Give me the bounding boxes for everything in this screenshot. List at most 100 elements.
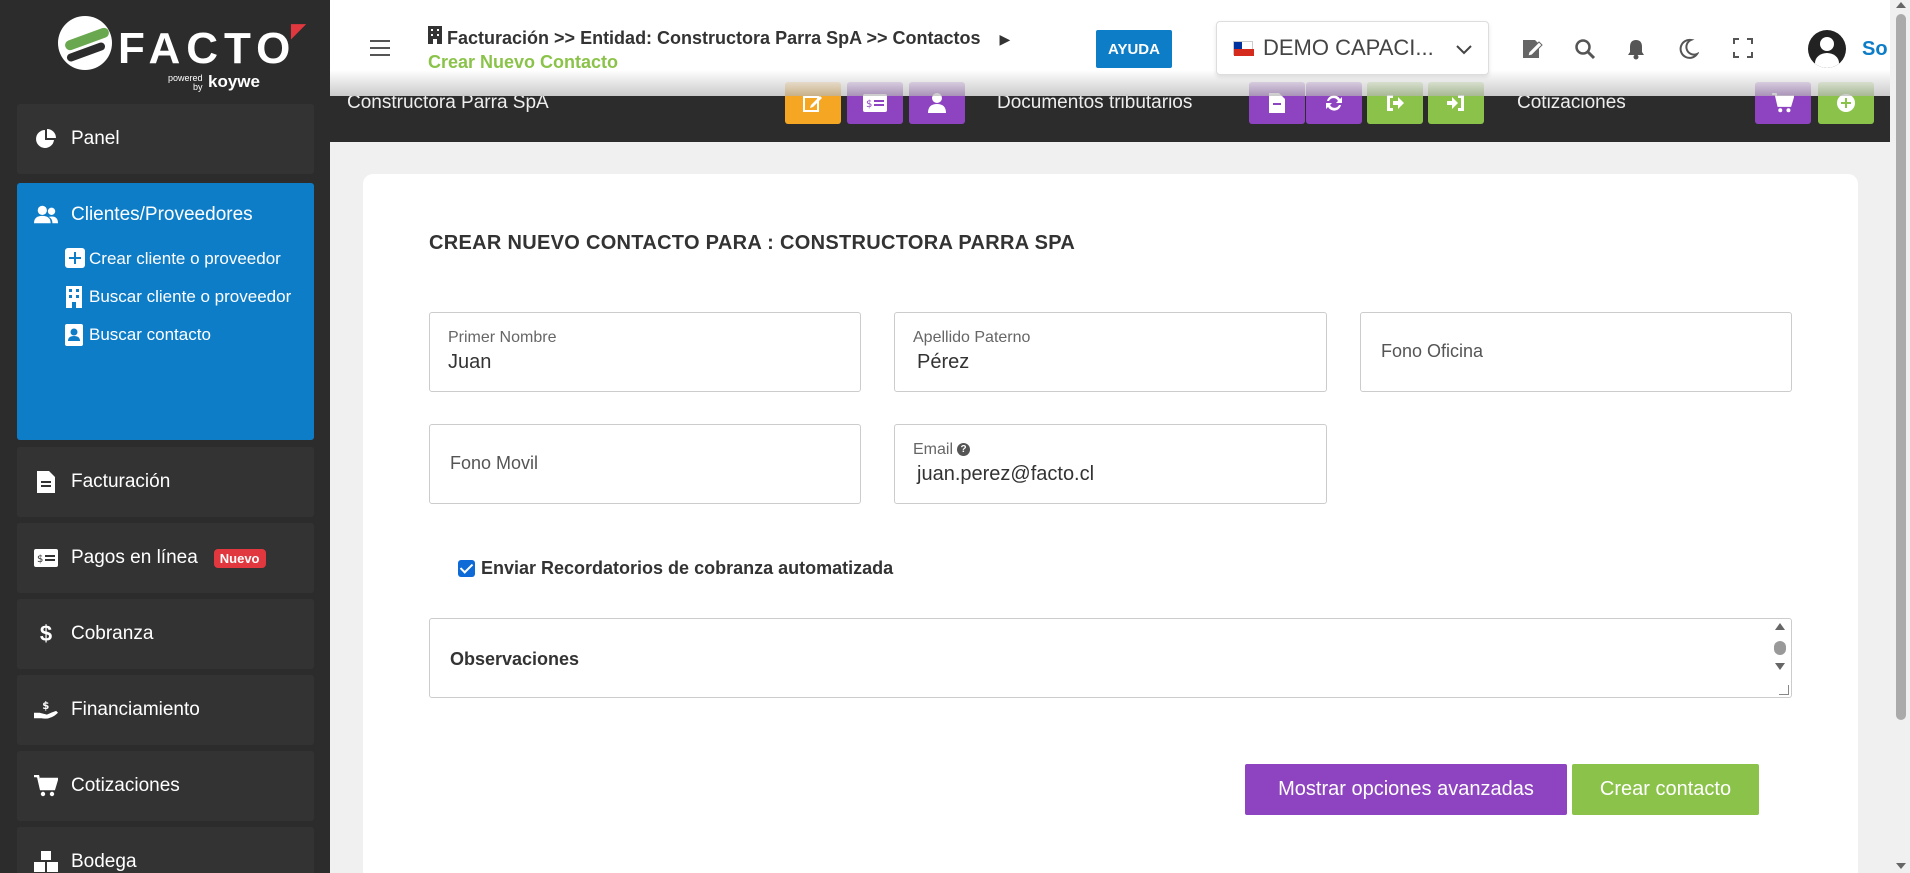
fullscreen-icon[interactable] bbox=[1733, 38, 1755, 60]
user-name[interactable]: So bbox=[1862, 38, 1888, 61]
menu-toggle-icon[interactable] bbox=[370, 40, 390, 56]
reminders-checkbox[interactable] bbox=[458, 560, 475, 577]
sidebar-item-financiamiento[interactable]: $ Financiamiento bbox=[17, 675, 314, 745]
last-name-field[interactable]: Apellido Paterno Pérez bbox=[894, 312, 1327, 392]
sidebar-item-label: Clientes/Proveedores bbox=[71, 204, 253, 225]
office-phone-field[interactable]: Fono Oficina bbox=[1360, 312, 1792, 392]
chile-flag-icon bbox=[1233, 41, 1254, 56]
company-select-value: DEMO CAPACI... bbox=[1263, 35, 1434, 60]
document-icon bbox=[34, 470, 58, 494]
sidebar-item-label: Financiamiento bbox=[71, 699, 200, 720]
sidebar-subitem-buscar-cliente[interactable]: Buscar cliente o proveedor bbox=[17, 285, 297, 309]
facto-logo-icon bbox=[58, 16, 112, 70]
first-name-field[interactable]: Primer Nombre Juan bbox=[429, 312, 861, 392]
mobile-phone-field[interactable]: Fono Movil bbox=[429, 424, 861, 504]
user-icon bbox=[928, 93, 946, 113]
first-name-label: Primer Nombre bbox=[448, 329, 557, 346]
scroll-thumb[interactable] bbox=[1774, 641, 1786, 655]
new-badge: Nuevo bbox=[213, 548, 266, 568]
sign-out-icon bbox=[1387, 95, 1404, 111]
page-scrollbar[interactable] bbox=[1892, 0, 1910, 873]
company-select[interactable]: DEMO CAPACI... bbox=[1216, 21, 1489, 75]
show-advanced-options-button[interactable]: Mostrar opciones avanzadas bbox=[1245, 764, 1567, 815]
boxes-icon bbox=[34, 850, 58, 873]
sidebar-item-label: Panel bbox=[71, 128, 120, 149]
help-button[interactable]: AYUDA bbox=[1096, 30, 1172, 68]
scroll-up-icon[interactable] bbox=[1775, 623, 1785, 630]
sidebar-item-label: Bodega bbox=[71, 851, 137, 872]
mobile-phone-placeholder: Fono Movil bbox=[450, 453, 539, 473]
svg-text:$: $ bbox=[42, 701, 49, 712]
signature-icon[interactable] bbox=[1521, 38, 1543, 60]
sidebar-subitem-crear-cliente[interactable]: Crear cliente o proveedor bbox=[17, 247, 297, 271]
last-name-value[interactable]: Pérez bbox=[917, 351, 1305, 374]
logo-brand: koywe bbox=[208, 72, 260, 91]
sidebar-subitem-label: Buscar cliente o proveedor bbox=[89, 287, 292, 306]
sidebar-item-clientes-proveedores[interactable]: Clientes/Proveedores Crear cliente o pro… bbox=[17, 183, 314, 440]
notes-textarea[interactable]: Observaciones bbox=[429, 618, 1792, 698]
sidebar-item-label: Facturación bbox=[71, 471, 171, 492]
create-contact-button[interactable]: Crear contacto bbox=[1572, 764, 1759, 815]
sidebar-subitem-buscar-contacto[interactable]: Buscar contacto bbox=[17, 323, 297, 347]
cart-icon bbox=[34, 774, 58, 798]
users-icon bbox=[34, 203, 58, 227]
pie-chart-icon bbox=[34, 127, 58, 151]
sidebar-item-label: Cotizaciones bbox=[71, 775, 180, 796]
breadcrumb-current: Crear Nuevo Contacto bbox=[428, 52, 619, 72]
first-name-value[interactable]: Juan bbox=[448, 351, 835, 374]
sidebar-subitem-label: Buscar contacto bbox=[89, 325, 211, 344]
building-icon bbox=[428, 26, 447, 48]
svg-text:$: $ bbox=[37, 554, 43, 565]
cart-icon bbox=[1772, 93, 1794, 113]
logo-tick-icon: ◤ bbox=[290, 20, 313, 42]
chevron-down-icon bbox=[1456, 35, 1472, 61]
scroll-thumb[interactable] bbox=[1896, 14, 1906, 720]
sidebar-item-cotizaciones[interactable]: Cotizaciones bbox=[17, 751, 314, 821]
email-label: Email? bbox=[913, 441, 971, 459]
sidebar-item-bodega[interactable]: Bodega bbox=[17, 827, 314, 873]
email-value[interactable]: juan.perez@facto.cl bbox=[917, 463, 1305, 486]
user-avatar[interactable] bbox=[1808, 30, 1846, 68]
reminders-label: Enviar Recordatorios de cobranza automat… bbox=[481, 558, 894, 578]
contact-card-icon bbox=[65, 324, 87, 346]
plus-circle-icon bbox=[1837, 94, 1855, 112]
sidebar-item-label: Pagos en línea bbox=[71, 547, 198, 568]
plus-square-icon bbox=[65, 248, 87, 270]
dark-mode-icon[interactable] bbox=[1677, 38, 1700, 60]
document-icon bbox=[1269, 93, 1285, 113]
facto-logo[interactable]: FACTO ◤ powered by koywe bbox=[58, 16, 306, 92]
breadcrumb-caret-icon: ▶ bbox=[999, 31, 1011, 47]
sidebar-item-panel[interactable]: Panel bbox=[17, 104, 314, 174]
sidebar-item-label: Cobranza bbox=[71, 623, 154, 644]
last-name-label: Apellido Paterno bbox=[913, 329, 1031, 346]
office-phone-placeholder: Fono Oficina bbox=[1381, 341, 1484, 361]
hand-money-icon: $ bbox=[34, 698, 58, 722]
svg-text:$: $ bbox=[866, 99, 872, 110]
breadcrumb-text[interactable]: Facturación >> Entidad: Constructora Par… bbox=[447, 28, 980, 48]
building-icon bbox=[65, 286, 87, 308]
breadcrumb: Facturación >> Entidad: Constructora Par… bbox=[428, 26, 1010, 49]
email-field[interactable]: Email? juan.perez@facto.cl bbox=[894, 424, 1327, 504]
sidebar-item-pagos-en-linea[interactable]: $ Pagos en línea Nuevo bbox=[17, 523, 314, 593]
sidebar-subitem-label: Crear cliente o proveedor bbox=[89, 249, 281, 268]
logo-powered-by: powered by bbox=[168, 73, 203, 92]
sidebar-item-cobranza[interactable]: $ Cobranza bbox=[17, 599, 314, 669]
money-card-icon: $ bbox=[863, 94, 887, 112]
notes-scrollbar[interactable] bbox=[1773, 623, 1787, 693]
scroll-up-icon[interactable] bbox=[1896, 2, 1906, 8]
bell-icon[interactable] bbox=[1625, 38, 1647, 60]
sidebar: FACTO ◤ powered by koywe Panel Clientes/P… bbox=[0, 0, 330, 873]
scroll-down-icon[interactable] bbox=[1896, 863, 1906, 869]
reminders-row[interactable]: Enviar Recordatorios de cobranza automat… bbox=[458, 558, 893, 579]
scroll-down-icon[interactable] bbox=[1775, 663, 1785, 670]
resize-handle-icon[interactable] bbox=[1779, 685, 1789, 695]
dollar-icon: $ bbox=[39, 621, 53, 646]
refresh-icon bbox=[1326, 95, 1342, 111]
money-card-icon: $ bbox=[34, 546, 58, 570]
search-icon[interactable] bbox=[1574, 38, 1596, 60]
info-icon[interactable]: ? bbox=[957, 443, 971, 457]
edit-icon bbox=[803, 96, 822, 112]
page-title: CREAR NUEVO CONTACTO PARA : CONSTRUCTORA… bbox=[429, 232, 1076, 254]
sidebar-item-facturacion[interactable]: Facturación bbox=[17, 447, 314, 517]
sign-in-icon bbox=[1447, 95, 1464, 111]
